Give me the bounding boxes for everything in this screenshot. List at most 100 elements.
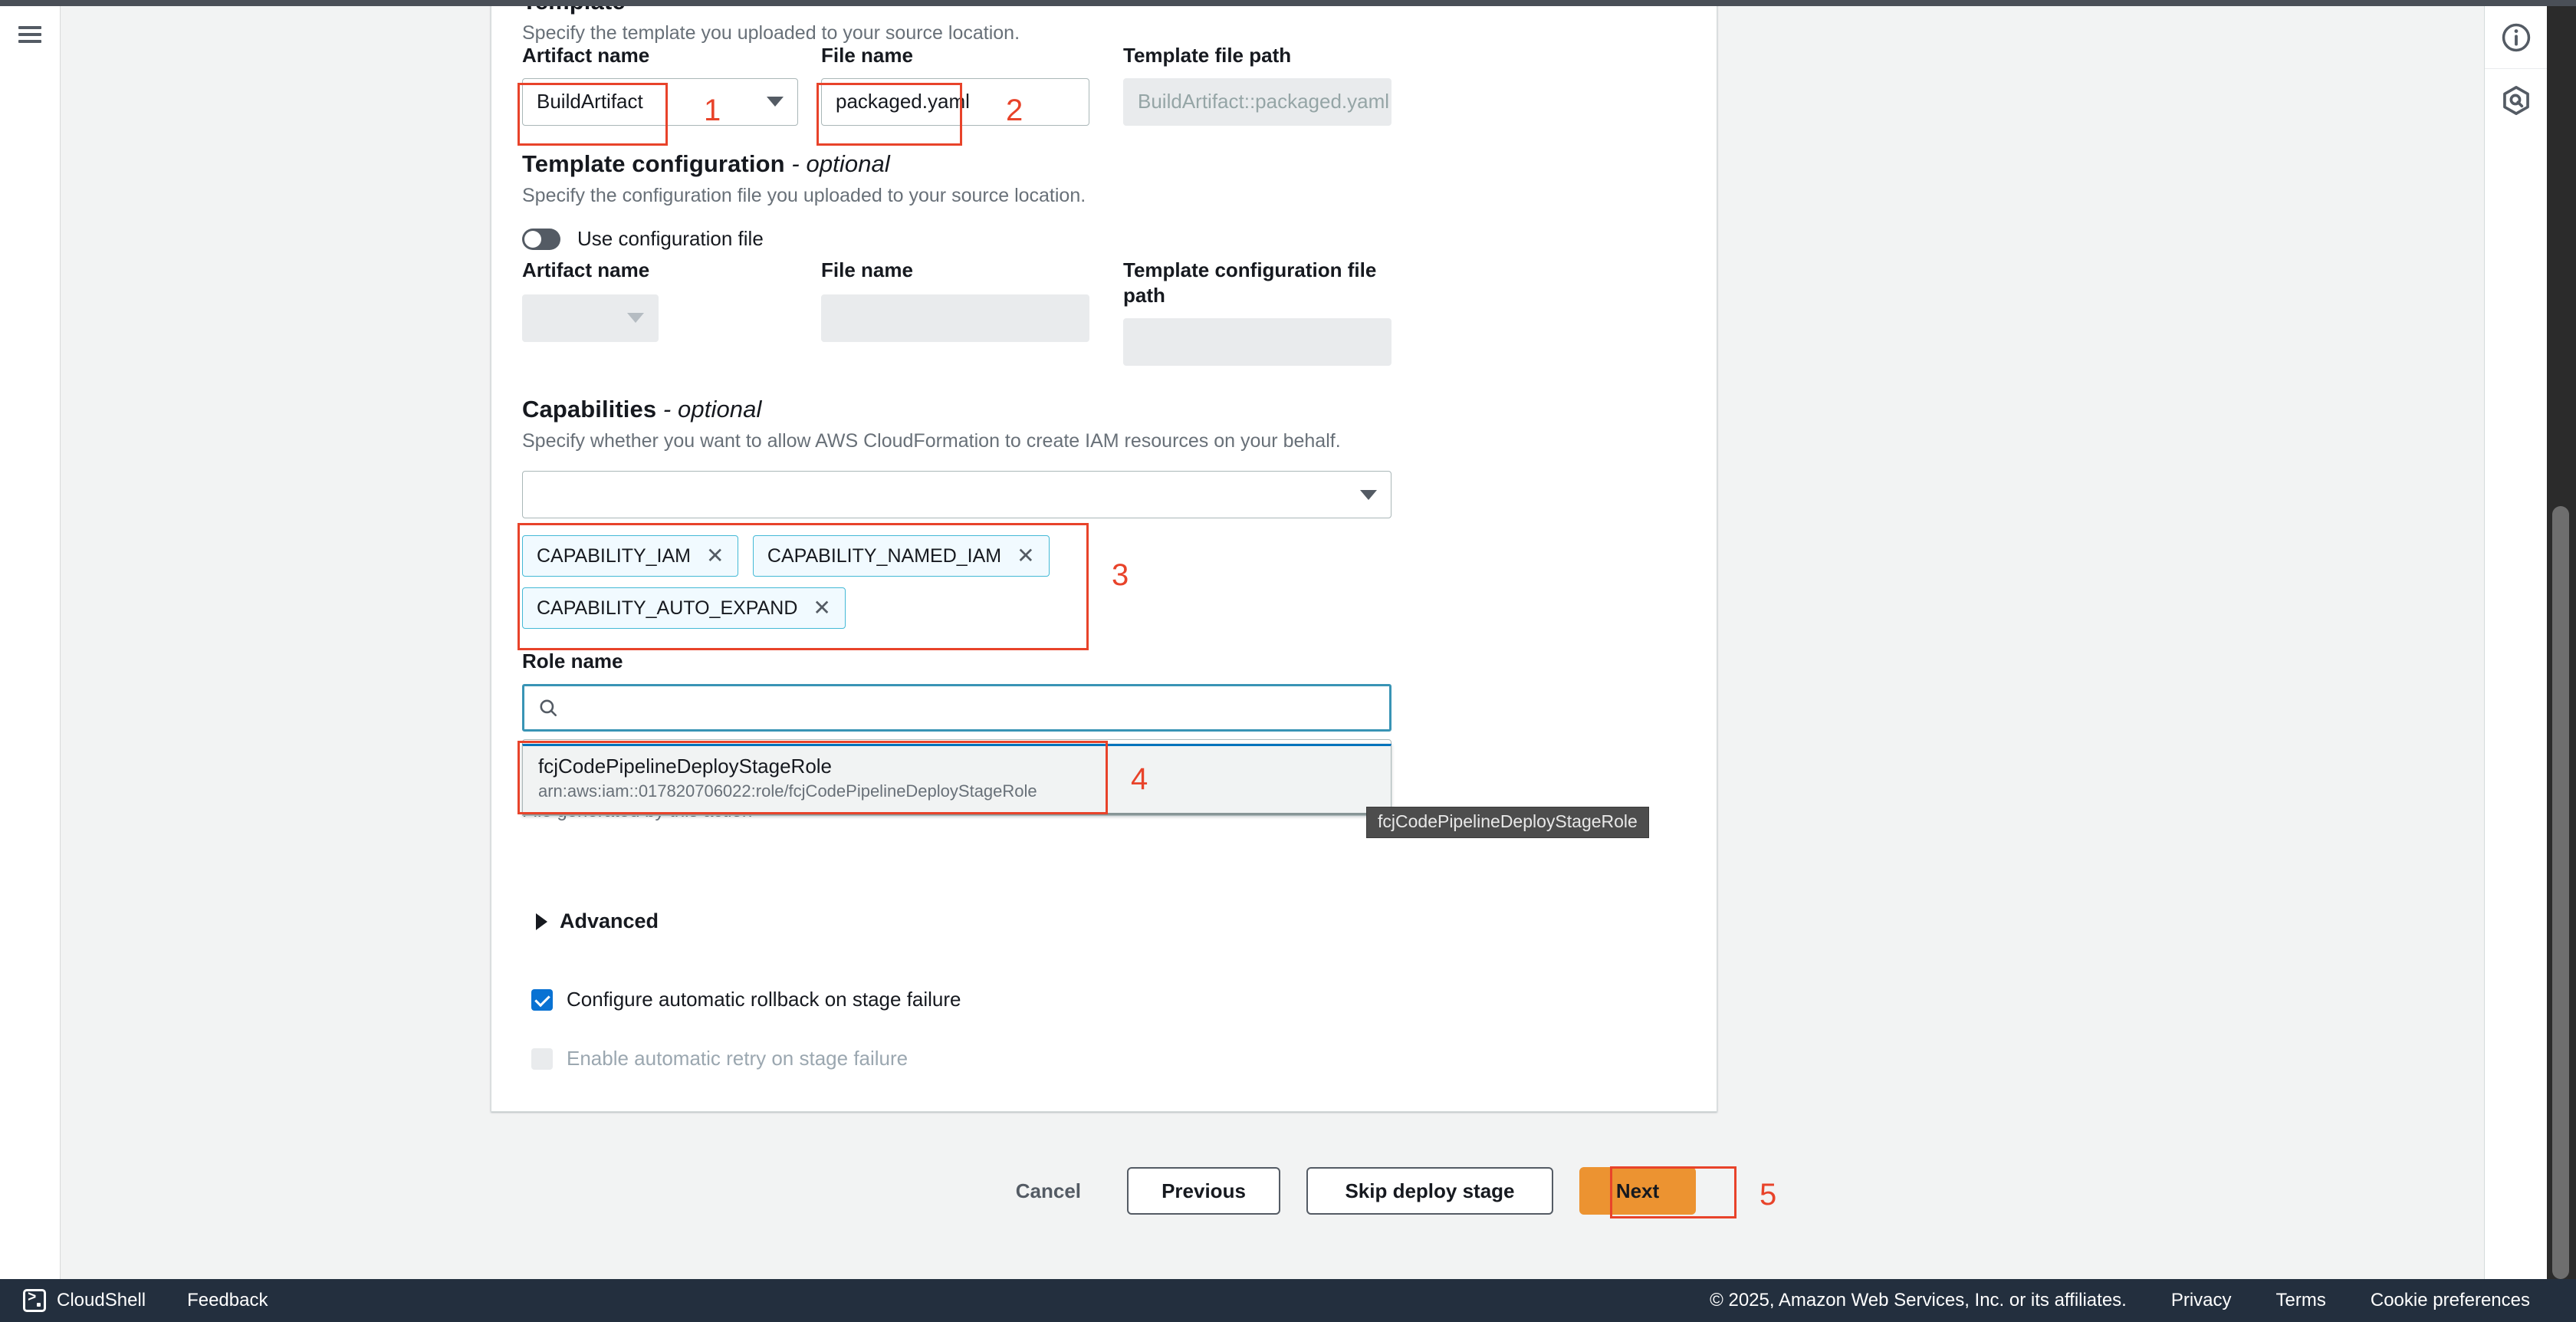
- chevron-down-icon: [767, 97, 784, 107]
- scrollbar-thumb[interactable]: [2552, 506, 2569, 1279]
- use-configuration-file-label: Use configuration file: [577, 227, 764, 251]
- deploy-stage-form-card: Template Specify the template you upload…: [491, 6, 1717, 1112]
- capabilities-title-text: Capabilities: [522, 396, 657, 423]
- template-artifact-name-label: Artifact name: [522, 44, 650, 67]
- checkbox-checked-icon[interactable]: [531, 988, 553, 1011]
- capabilities-token-list: CAPABILITY_IAM ✕ CAPABILITY_NAMED_IAM ✕ …: [522, 535, 1089, 640]
- template-section: Template Specify the template you upload…: [522, 6, 1672, 46]
- role-option-name: fcjCodePipelineDeployStageRole: [538, 755, 833, 778]
- aws-q-hexagon-icon: [2503, 86, 2529, 115]
- capability-token[interactable]: CAPABILITY_NAMED_IAM ✕: [752, 535, 1050, 577]
- config-file-name-label: File name: [821, 258, 913, 281]
- use-configuration-file-toggle[interactable]: [522, 228, 560, 250]
- template-section-title: Template: [522, 6, 1672, 15]
- right-utility-rail: [2484, 6, 2548, 1279]
- aws-console-page: Template Specify the template you upload…: [0, 0, 2576, 1322]
- skip-deploy-stage-button[interactable]: Skip deploy stage: [1306, 1167, 1553, 1215]
- footer-right-group: © 2025, Amazon Web Services, Inc. or its…: [1710, 1290, 2576, 1311]
- role-name-dropdown-option[interactable]: fcjCodePipelineDeployStageRole arn:aws:i…: [523, 746, 1391, 816]
- capabilities-title: Capabilities - optional: [522, 396, 1672, 423]
- info-circle-icon: [2502, 23, 2531, 51]
- advanced-label: Advanced: [560, 909, 659, 932]
- template-configuration-section: Template configuration - optional Specif…: [522, 150, 1672, 251]
- config-artifact-name-label: Artifact name: [522, 258, 650, 281]
- template-file-path-readonly: BuildArtifact::packaged.yaml: [1123, 77, 1392, 126]
- template-configuration-title: Template configuration - optional: [522, 150, 1672, 178]
- search-icon: [540, 699, 557, 716]
- template-file-name-input[interactable]: packaged.yaml: [821, 77, 1089, 126]
- annotation-number-2: 2: [1006, 94, 1024, 127]
- console-footer: CloudShell Feedback © 2025, Amazon Web S…: [0, 1279, 2576, 1322]
- annotation-number-1: 1: [704, 94, 721, 127]
- role-name-dropdown-panel: fcjCodePipelineDeployStageRole arn:aws:i…: [522, 744, 1392, 817]
- terms-link[interactable]: Terms: [2276, 1290, 2326, 1311]
- chevron-down-icon: [1360, 489, 1377, 500]
- role-name-label: Role name: [522, 649, 623, 673]
- close-icon[interactable]: ✕: [1017, 545, 1034, 567]
- hamburger-bar: [18, 33, 41, 36]
- chevron-right-icon: [536, 913, 547, 930]
- next-button[interactable]: Next: [1579, 1167, 1696, 1215]
- capability-token-label: CAPABILITY_AUTO_EXPAND: [537, 597, 798, 619]
- info-panel-button[interactable]: [2485, 6, 2548, 69]
- template-artifact-name-value: BuildArtifact: [537, 90, 643, 113]
- configure-rollback-label: Configure automatic rollback on stage fa…: [567, 988, 961, 1011]
- cancel-button[interactable]: Cancel: [996, 1167, 1101, 1215]
- browser-top-strip: [0, 0, 2576, 6]
- capabilities-optional-tag: - optional: [662, 396, 762, 423]
- use-configuration-file-row[interactable]: Use configuration file: [522, 227, 1672, 251]
- form-actions-row: Cancel Previous Skip deploy stage Next: [491, 1156, 1717, 1225]
- annotation-number-3: 3: [1112, 558, 1129, 592]
- template-file-path-label: Template file path: [1123, 44, 1292, 67]
- main-content: Template Specify the template you upload…: [61, 6, 2484, 1279]
- template-file-path-value: BuildArtifact::packaged.yaml: [1138, 90, 1390, 113]
- advanced-expandable-section[interactable]: Advanced: [536, 909, 659, 933]
- annotation-number-4: 4: [1131, 762, 1148, 796]
- feedback-link[interactable]: Feedback: [187, 1290, 268, 1311]
- hamburger-menu-icon[interactable]: [18, 26, 41, 43]
- capability-token[interactable]: CAPABILITY_IAM ✕: [522, 535, 739, 577]
- cookie-preferences-link[interactable]: Cookie preferences: [2371, 1290, 2530, 1311]
- capability-token[interactable]: CAPABILITY_AUTO_EXPAND ✕: [522, 587, 846, 630]
- previous-button[interactable]: Previous: [1127, 1167, 1280, 1215]
- page-scrollbar[interactable]: [2547, 6, 2576, 1279]
- template-artifact-name-group: Artifact name BuildArtifact: [522, 43, 798, 126]
- config-file-name-group: File name: [821, 258, 1089, 342]
- hamburger-bar: [18, 26, 41, 29]
- chevron-down-icon: [627, 313, 644, 324]
- config-file-name-input: [821, 294, 1089, 342]
- config-file-path-label: Template configuration file path: [1123, 258, 1377, 307]
- config-file-path-readonly: [1123, 318, 1392, 366]
- enable-retry-label: Enable automatic retry on stage failure: [567, 1047, 909, 1070]
- template-artifact-name-select[interactable]: BuildArtifact: [522, 77, 798, 126]
- template-file-name-group: File name packaged.yaml: [821, 43, 1089, 126]
- capabilities-multiselect[interactable]: [522, 471, 1392, 519]
- config-artifact-name-group: Artifact name: [522, 258, 659, 342]
- capability-token-label: CAPABILITY_NAMED_IAM: [767, 544, 1002, 567]
- close-icon[interactable]: ✕: [706, 545, 724, 567]
- enable-retry-option: Enable automatic retry on stage failure: [531, 1047, 908, 1070]
- role-name-tooltip: fcjCodePipelineDeployStageRole: [1366, 807, 1649, 838]
- configure-rollback-option[interactable]: Configure automatic rollback on stage fa…: [531, 988, 961, 1011]
- capabilities-section: Capabilities - optional Specify whether …: [522, 396, 1672, 640]
- hamburger-bar: [18, 40, 41, 43]
- role-option-arn: arn:aws:iam::017820706022:role/fcjCodePi…: [538, 781, 1037, 801]
- config-artifact-name-select: [522, 294, 659, 342]
- footer-left-group: CloudShell Feedback: [0, 1289, 268, 1312]
- capability-token-label: CAPABILITY_IAM: [537, 544, 691, 567]
- template-configuration-title-text: Template configuration: [522, 150, 785, 177]
- template-file-name-value: packaged.yaml: [836, 90, 970, 113]
- checkbox-unchecked-disabled-icon: [531, 1047, 553, 1070]
- privacy-link[interactable]: Privacy: [2171, 1290, 2232, 1311]
- template-file-name-label: File name: [821, 44, 913, 67]
- cloudshell-terminal-icon: [23, 1289, 46, 1312]
- cloudshell-button[interactable]: CloudShell: [23, 1289, 146, 1312]
- template-file-path-group: Template file path BuildArtifact::packag…: [1123, 43, 1392, 126]
- role-name-search-input[interactable]: [522, 683, 1392, 732]
- template-configuration-optional-tag: - optional: [791, 150, 890, 177]
- aws-assistant-button[interactable]: [2485, 69, 2548, 132]
- template-configuration-description: Specify the configuration file you uploa…: [522, 184, 1086, 206]
- toggle-knob: [524, 230, 541, 248]
- close-icon[interactable]: ✕: [813, 597, 830, 619]
- cloudshell-label: CloudShell: [57, 1290, 146, 1310]
